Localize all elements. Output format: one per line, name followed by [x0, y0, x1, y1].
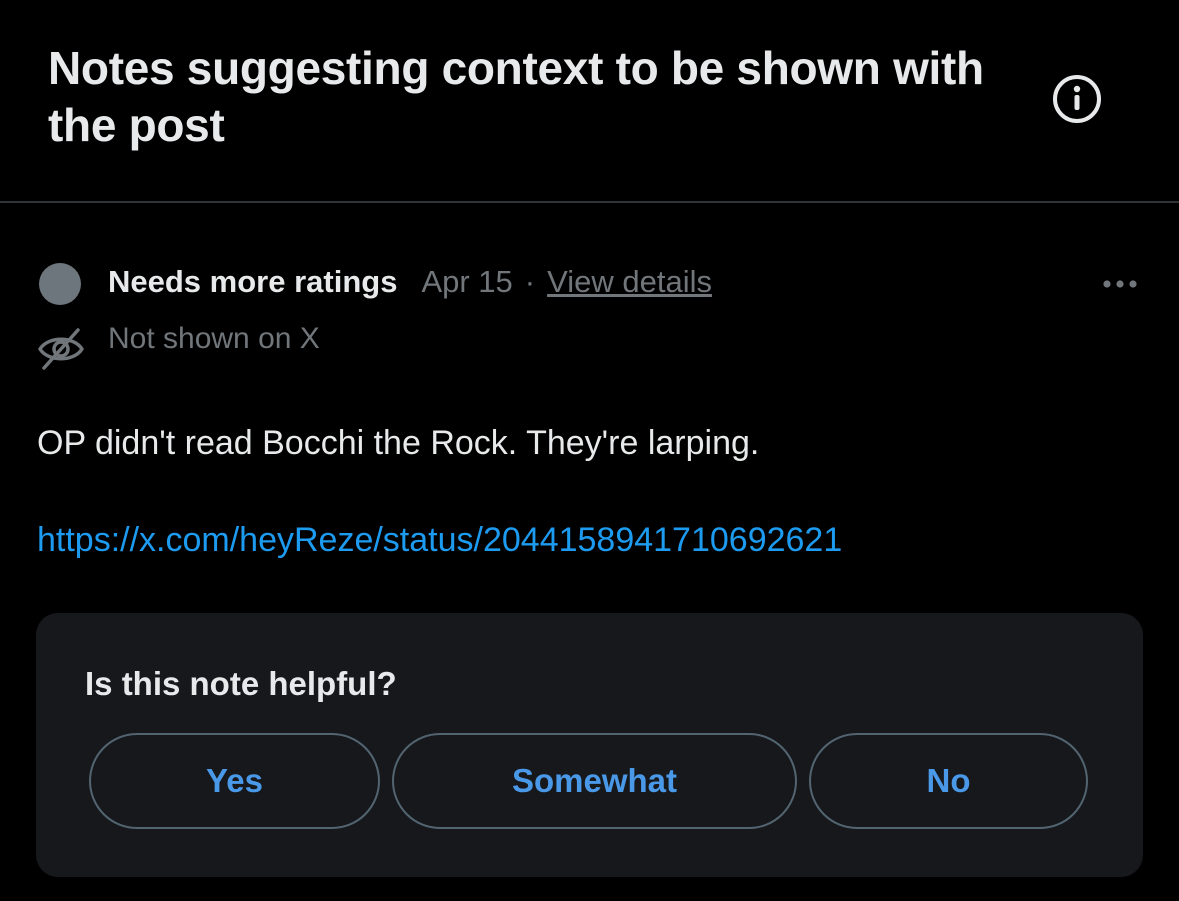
- rating-question: Is this note helpful?: [85, 665, 397, 702]
- page-title: Notes suggesting context to be shown wit…: [48, 42, 984, 151]
- status-label: Needs more ratings: [108, 264, 398, 299]
- rate-somewhat-button[interactable]: Somewhat: [392, 733, 797, 829]
- view-details-link[interactable]: View details: [547, 264, 712, 300]
- more-options-button[interactable]: [1098, 266, 1142, 302]
- visibility-status: Not shown on X: [108, 322, 320, 355]
- info-circle-icon: [1053, 75, 1101, 123]
- status-indicator: [39, 263, 81, 305]
- info-button[interactable]: [1050, 72, 1104, 126]
- header: Notes suggesting context to be shown wit…: [0, 0, 1179, 203]
- note-source-link[interactable]: https://x.com/heyReze/status/20441589417…: [37, 521, 842, 560]
- rate-no-button[interactable]: No: [809, 733, 1088, 829]
- note-date: Apr 15: [421, 264, 513, 299]
- separator-dot: ·: [524, 264, 536, 299]
- rate-yes-button[interactable]: Yes: [89, 733, 380, 829]
- more-horizontal-icon: [1103, 280, 1137, 288]
- note-status-row: Needs more ratings Apr 15 · View details: [108, 262, 712, 302]
- eye-off-icon: [36, 326, 86, 372]
- note-body: OP didn't read Bocchi the Rock. They're …: [37, 424, 760, 462]
